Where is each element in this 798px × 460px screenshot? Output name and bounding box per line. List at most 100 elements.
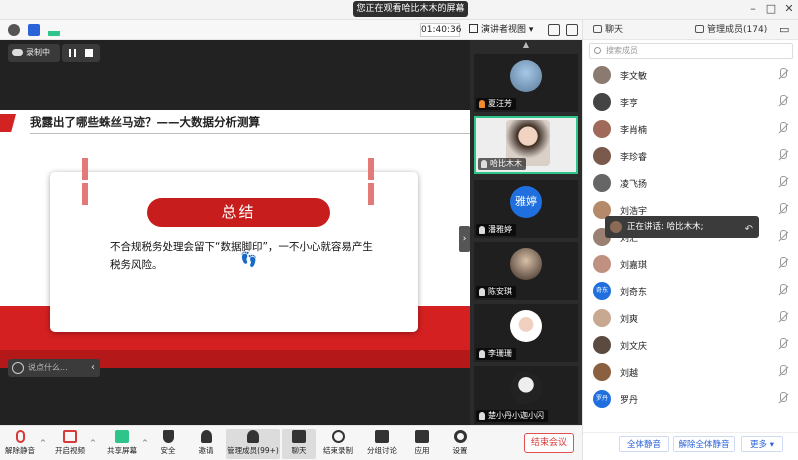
chat-label: 聊天: [291, 446, 307, 455]
mic-muted-icon[interactable]: [777, 230, 789, 242]
bottom-toolbar: 解除静音 ^ 开启视频 ^ 共享屏幕 ^ 安全 邀请 管理成员(99+) 聊天 …: [0, 425, 582, 460]
mic-muted-icon[interactable]: [777, 149, 789, 161]
tab-chat[interactable]: 聊天: [593, 20, 623, 40]
members-button[interactable]: 管理成员(99+): [226, 429, 280, 459]
view-mode-button[interactable]: 演讲者视图 ▾: [469, 23, 537, 37]
maximize-icon[interactable]: □: [764, 2, 778, 15]
member-row[interactable]: 李亨: [583, 89, 798, 115]
summary-heading: 总结: [147, 198, 330, 227]
speaking-indicator: 正在讲话: 哈比木木; ↶: [605, 216, 759, 238]
mic-muted-icon[interactable]: [777, 203, 789, 215]
video-tile[interactable]: 夏汪芳: [474, 54, 578, 112]
member-row[interactable]: 刘越: [583, 359, 798, 385]
chevron-up-icon[interactable]: ^: [142, 439, 148, 447]
pause-icon[interactable]: [69, 49, 76, 57]
video-column: ▲ 夏汪芳 哈比木木 雅婷 潘雅婷 陈安琪 李珊珊 楚小丹小迦小闪: [470, 40, 582, 425]
mic-muted-icon[interactable]: [777, 311, 789, 323]
video-tile[interactable]: 李珊珊: [474, 304, 578, 362]
mic-muted-icon[interactable]: [777, 365, 789, 377]
participant-name: 夏汪芳: [476, 98, 516, 110]
footprints-icon: 👣: [240, 252, 258, 268]
member-search-input[interactable]: 搜索成员: [589, 43, 793, 59]
member-row[interactable]: 李肖楠: [583, 116, 798, 142]
stop-icon[interactable]: [85, 49, 93, 57]
avatar: [593, 147, 611, 165]
scroll-up-icon[interactable]: ▲: [470, 40, 582, 52]
member-row[interactable]: 刘嘉琪: [583, 251, 798, 277]
chat-button[interactable]: 聊天: [282, 429, 316, 459]
mute-all-button[interactable]: 全体静音: [619, 436, 669, 452]
video-collapse-handle[interactable]: ›: [459, 226, 470, 252]
members-icon: [247, 430, 259, 443]
record-icon: [331, 430, 345, 443]
security-button[interactable]: 安全: [148, 429, 188, 459]
unmute-all-button[interactable]: 解除全体静音: [673, 436, 735, 452]
mic-muted-icon[interactable]: [777, 176, 789, 188]
shield-icon[interactable]: [28, 24, 40, 36]
camera-button[interactable]: 开启视频: [50, 429, 90, 459]
member-name: 李亨: [620, 99, 639, 109]
participant-name: 李珊珊: [476, 348, 516, 360]
title-accent: [0, 114, 16, 132]
member-row[interactable]: 凌飞扬: [583, 170, 798, 196]
share-screen-button[interactable]: 共享屏幕: [102, 429, 142, 459]
member-row[interactable]: 罗丹 罗丹: [583, 386, 798, 412]
minimize-icon[interactable]: –: [746, 2, 760, 15]
panel-icon[interactable]: [548, 24, 560, 36]
mic-muted-icon[interactable]: [777, 122, 789, 134]
participant-name: 哈比木木: [478, 158, 526, 170]
settings-button[interactable]: 设置: [440, 429, 480, 459]
chevron-up-icon[interactable]: ^: [90, 439, 96, 447]
settings-label: 设置: [452, 446, 468, 455]
meeting-timer: 01:40:36: [420, 23, 462, 37]
info-icon[interactable]: [8, 24, 20, 36]
grid-icon: [469, 24, 478, 33]
avatar: [593, 66, 611, 84]
tab-members[interactable]: 管理成员(174): [695, 20, 767, 40]
meeting-toolbar: 01:40:36 演讲者视图 ▾: [0, 20, 582, 40]
video-tile[interactable]: 陈安琪: [474, 242, 578, 300]
invite-button[interactable]: 邀请: [186, 429, 226, 459]
shield-icon: [162, 430, 174, 443]
member-row[interactable]: 奇东 刘奇东: [583, 278, 798, 304]
collapse-icon[interactable]: ‹: [91, 359, 95, 377]
breakout-button[interactable]: 分组讨论: [362, 429, 402, 459]
video-tile[interactable]: 楚小丹小迦小闪: [474, 366, 578, 424]
member-row[interactable]: 李文敏: [583, 62, 798, 88]
close-icon[interactable]: ✕: [782, 2, 796, 15]
chat-input[interactable]: 说点什么... ‹: [8, 359, 100, 377]
reply-icon[interactable]: ↶: [745, 219, 753, 241]
stop-recording-label: 结束录制: [323, 446, 353, 455]
invite-label: 邀请: [198, 446, 214, 455]
stop-recording-button[interactable]: 结束录制: [318, 429, 358, 459]
emoji-icon[interactable]: [12, 362, 24, 374]
mic-muted-icon[interactable]: [777, 338, 789, 350]
mic-muted-icon[interactable]: [777, 257, 789, 269]
close-panel-icon[interactable]: ▭: [779, 20, 789, 40]
mic-muted-icon[interactable]: [777, 284, 789, 296]
member-row[interactable]: 刘爽: [583, 305, 798, 331]
video-tile[interactable]: 雅婷 潘雅婷: [474, 180, 578, 238]
end-meeting-button[interactable]: 结束会议: [524, 433, 574, 453]
member-row[interactable]: 刘文庆: [583, 332, 798, 358]
more-button[interactable]: 更多 ▾: [741, 436, 783, 452]
video-tile-speaking[interactable]: 哈比木木: [474, 116, 578, 174]
member-name: 李文敏: [620, 72, 648, 82]
screen-share-notice[interactable]: 您正在观看哈比木木的屏幕 ▾: [353, 1, 468, 29]
title-divider: [30, 133, 470, 134]
sidebar-icon[interactable]: [566, 24, 578, 36]
avatar: [593, 93, 611, 111]
chevron-up-icon[interactable]: ^: [40, 439, 46, 447]
screen-share-notice-text: 您正在观看哈比木木的屏幕: [356, 4, 465, 14]
view-mode-label: 演讲者视图: [481, 25, 527, 35]
member-row[interactable]: 李珍睿: [583, 143, 798, 169]
unmute-button[interactable]: 解除静音: [0, 429, 40, 459]
members-label: 管理成员(99+): [227, 446, 279, 455]
tab-members-label: 管理成员(174): [707, 25, 768, 35]
avatar: [593, 336, 611, 354]
mic-muted-icon[interactable]: [777, 95, 789, 107]
signal-icon[interactable]: [48, 24, 60, 36]
mic-muted-icon[interactable]: [777, 392, 789, 404]
mic-muted-icon[interactable]: [777, 68, 789, 80]
apps-button[interactable]: 应用: [402, 429, 442, 459]
